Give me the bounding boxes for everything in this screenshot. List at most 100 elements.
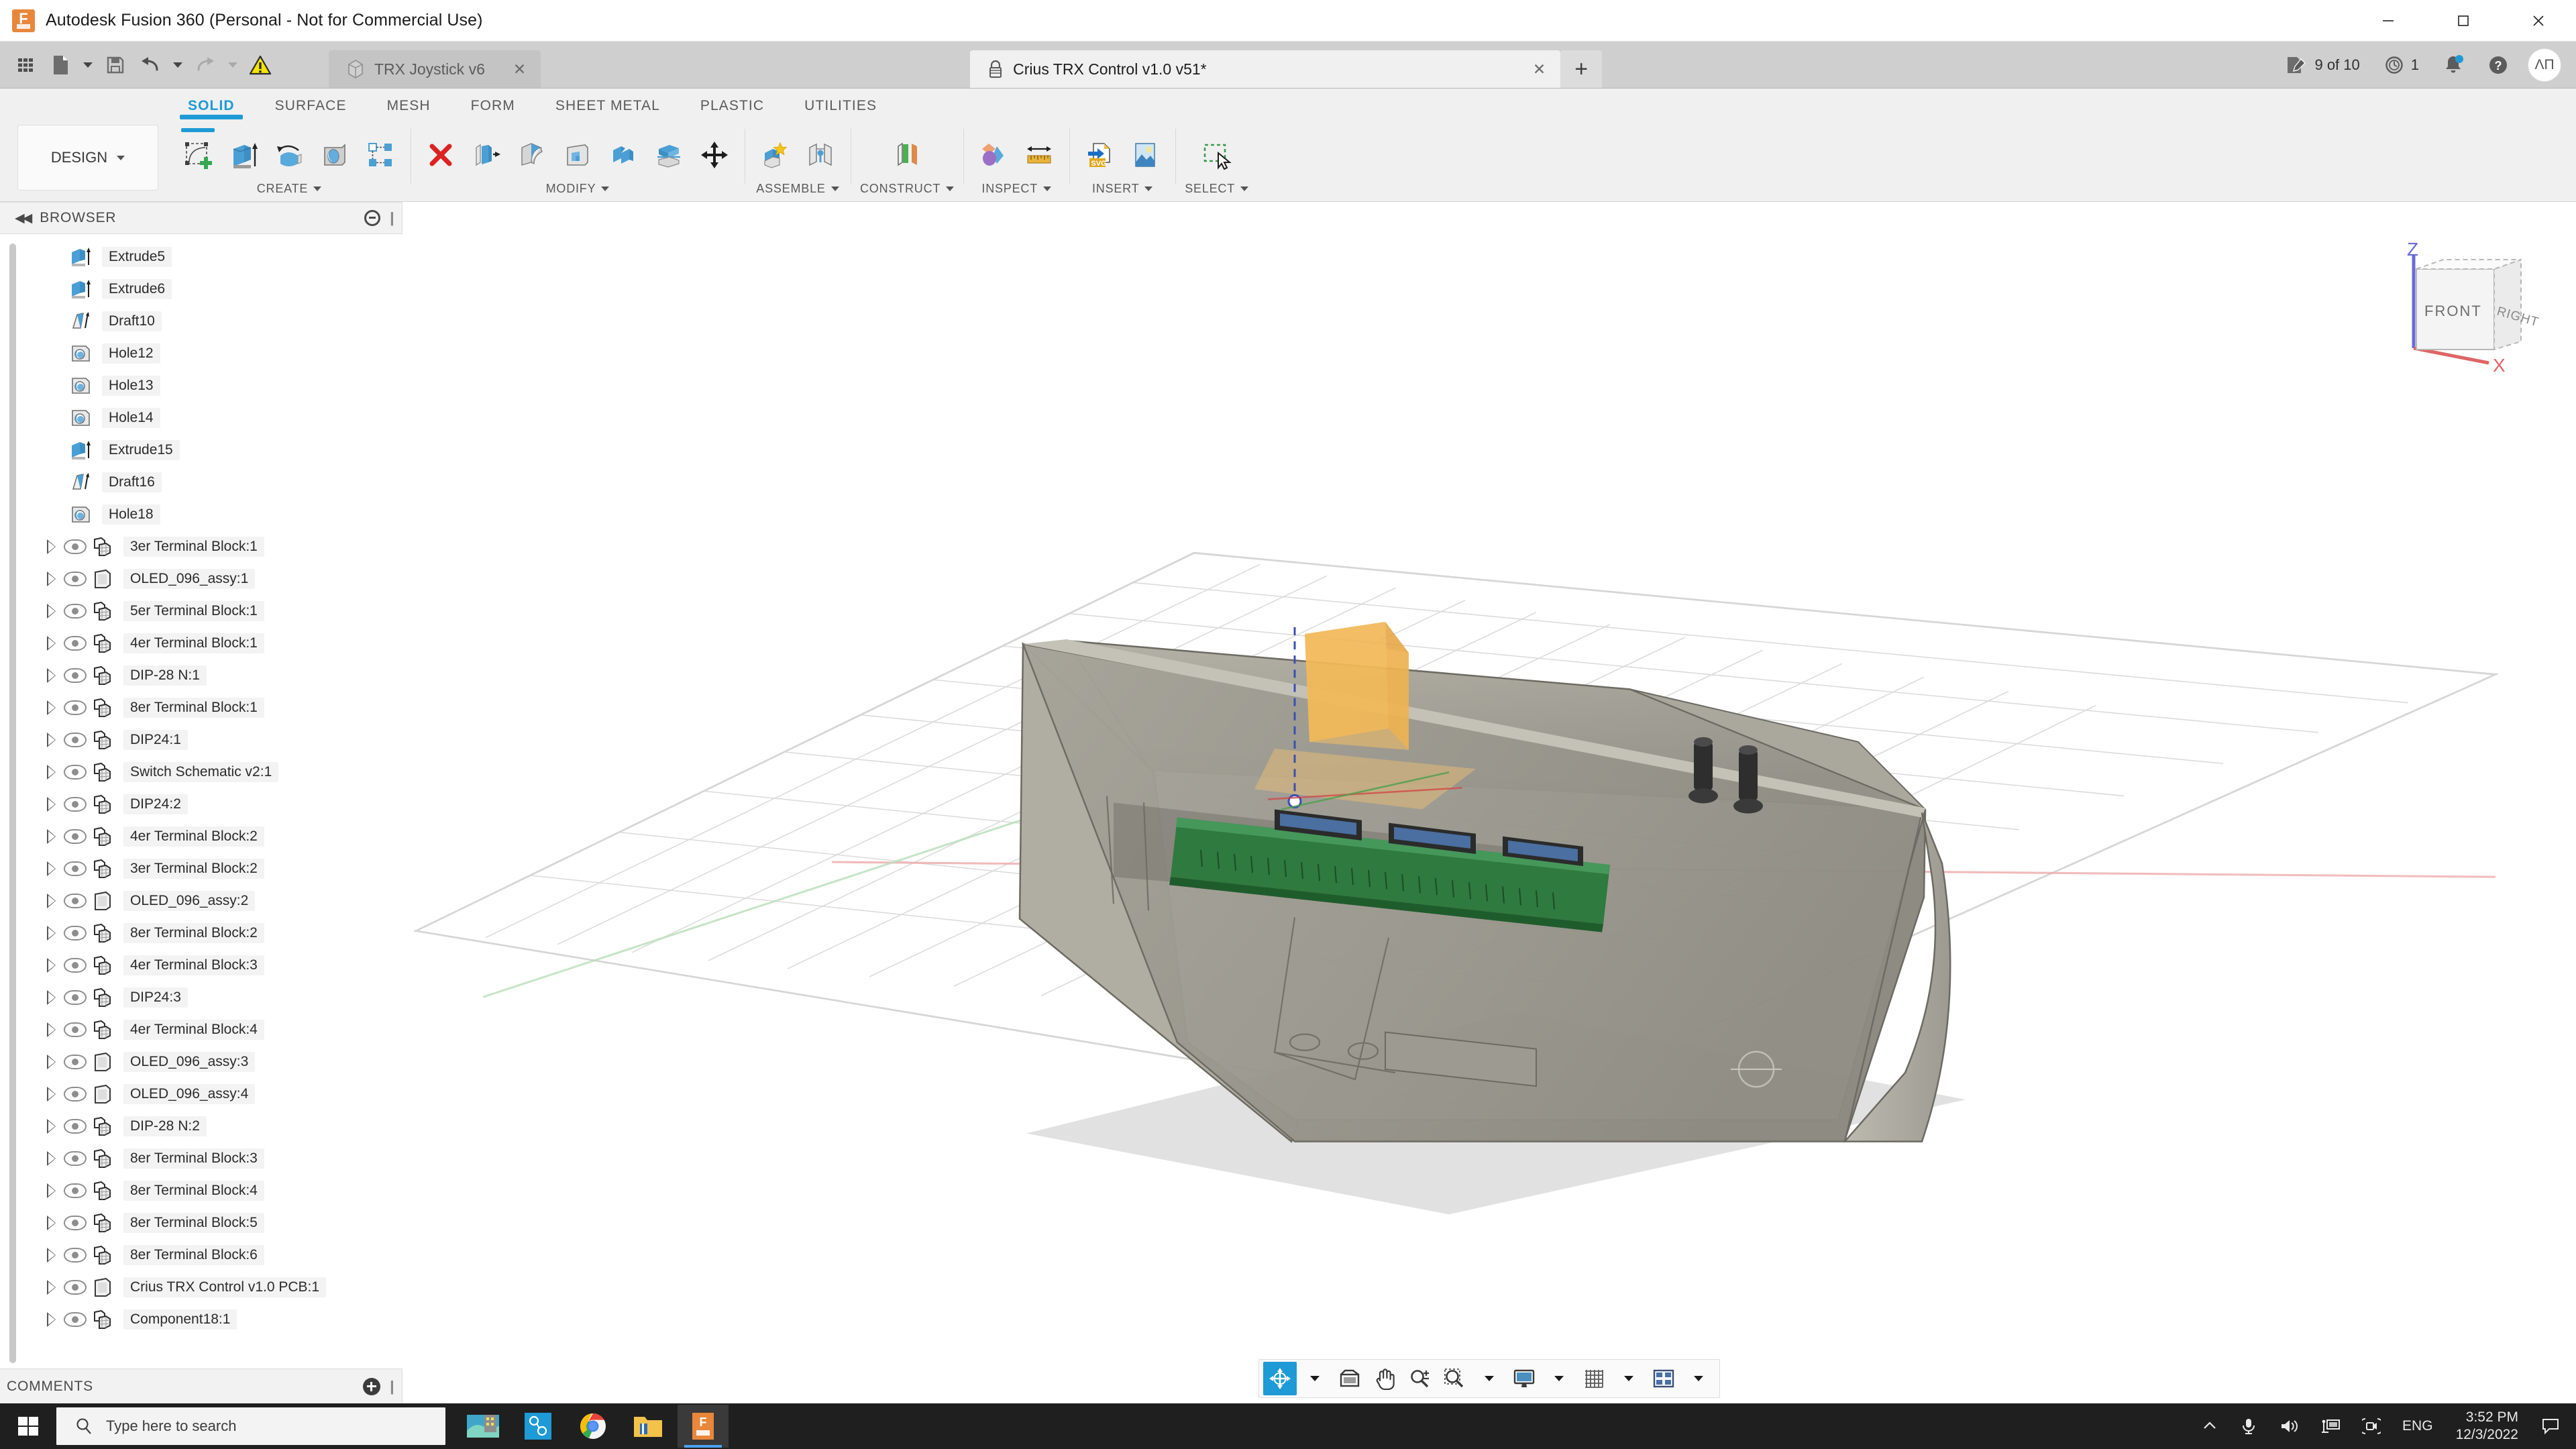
fillet-icon[interactable] — [511, 131, 553, 179]
visibility-eye-icon[interactable] — [63, 990, 87, 1005]
browser-feature-row[interactable]: Hole12 — [0, 337, 402, 370]
browser-feature-row[interactable]: Draft10 — [0, 305, 402, 337]
visibility-eye-icon[interactable] — [63, 861, 87, 876]
expand-arrow-icon[interactable] — [39, 829, 63, 844]
expand-arrow-icon[interactable] — [39, 1055, 63, 1069]
fit-icon[interactable] — [1438, 1362, 1471, 1395]
visibility-eye-icon[interactable] — [63, 1312, 87, 1327]
file-icon[interactable] — [44, 47, 76, 83]
maximize-button[interactable] — [2426, 0, 2501, 41]
expand-arrow-icon[interactable] — [39, 539, 63, 554]
document-tab-close-icon[interactable]: ✕ — [494, 60, 526, 78]
visibility-eye-icon[interactable] — [63, 572, 87, 586]
ribbon-tab-surface[interactable]: SURFACE — [255, 98, 367, 119]
interference-icon[interactable] — [973, 131, 1014, 179]
insert-svg-icon[interactable]: SVG — [1079, 131, 1120, 179]
display-settings-dropdown-caret[interactable] — [1542, 1362, 1576, 1395]
ribbon-group-label[interactable]: MODIFY — [546, 179, 610, 201]
browser-component-row[interactable]: Component18:1 — [0, 1303, 402, 1336]
browser-component-row[interactable]: 3er Terminal Block:2 — [0, 853, 402, 885]
orbit-dropdown-caret[interactable] — [1298, 1362, 1332, 1395]
revolve-icon[interactable] — [268, 131, 310, 179]
display-settings-icon[interactable] — [1507, 1362, 1541, 1395]
browser-component-row[interactable]: 8er Terminal Block:1 — [0, 692, 402, 724]
expand-arrow-icon[interactable] — [39, 1087, 63, 1102]
browser-component-row[interactable]: OLED_096_assy:1 — [0, 563, 402, 595]
press-pull-icon[interactable] — [420, 131, 462, 179]
pattern-icon[interactable] — [360, 131, 401, 179]
panel-resize-grip[interactable]: ||| — [390, 209, 395, 227]
browser-component-row[interactable]: DIP-28 N:2 — [0, 1110, 402, 1142]
browser-component-row[interactable]: OLED_096_assy:4 — [0, 1078, 402, 1110]
expand-arrow-icon[interactable] — [39, 700, 63, 715]
undo-icon[interactable] — [134, 47, 166, 83]
expand-arrow-icon[interactable] — [39, 1312, 63, 1327]
browser-component-row[interactable]: DIP-28 N:1 — [0, 659, 402, 692]
ribbon-group-label[interactable]: INSERT — [1092, 179, 1153, 201]
notifications-button[interactable] — [2432, 47, 2474, 83]
view-cube[interactable]: Z X FRONT RIGHT — [2387, 239, 2541, 376]
grid-snap-dropdown-caret[interactable] — [1612, 1362, 1646, 1395]
visibility-eye-icon[interactable] — [63, 829, 87, 844]
expand-arrow-icon[interactable] — [39, 668, 63, 683]
language-indicator[interactable]: ENG — [2392, 1403, 2444, 1449]
visibility-eye-icon[interactable] — [63, 1248, 87, 1263]
ribbon-group-label[interactable]: INSPECT — [981, 179, 1052, 201]
expand-arrow-icon[interactable] — [39, 797, 63, 812]
browser-scrollbar[interactable] — [9, 244, 16, 1363]
browser-feature-row[interactable]: Draft16 — [0, 466, 402, 498]
expand-arrow-icon[interactable] — [39, 990, 63, 1005]
look-at-icon[interactable] — [1333, 1362, 1366, 1395]
volume-icon[interactable] — [2268, 1403, 2310, 1449]
viewport-layout-icon[interactable] — [1647, 1362, 1680, 1395]
viewport-layout-dropdown-caret[interactable] — [1682, 1362, 1715, 1395]
expand-arrow-icon[interactable] — [39, 861, 63, 876]
browser-component-row[interactable]: 4er Terminal Block:2 — [0, 820, 402, 853]
ribbon-tab-mesh[interactable]: MESH — [367, 98, 451, 119]
expand-arrow-icon[interactable] — [39, 572, 63, 586]
chrome-icon[interactable] — [568, 1405, 619, 1448]
undo-dropdown-caret[interactable] — [169, 47, 186, 83]
document-tab-trx-joystick[interactable]: TRX Joystick v6 ✕ — [329, 50, 541, 88]
shell-icon[interactable] — [557, 131, 598, 179]
visibility-eye-icon[interactable] — [63, 797, 87, 812]
visibility-eye-icon[interactable] — [63, 765, 87, 780]
offset-plane-icon[interactable] — [886, 131, 928, 179]
camera-icon[interactable] — [2351, 1403, 2392, 1449]
add-comment-icon[interactable] — [362, 1377, 380, 1395]
browser-component-row[interactable]: DIP24:1 — [0, 724, 402, 756]
visibility-eye-icon[interactable] — [63, 604, 87, 619]
visibility-eye-icon[interactable] — [63, 1280, 87, 1295]
visibility-eye-icon[interactable] — [63, 1022, 87, 1037]
visibility-eye-icon[interactable] — [63, 539, 87, 554]
file-explorer-icon[interactable] — [623, 1405, 674, 1448]
start-button[interactable] — [0, 1403, 56, 1449]
browser-feature-row[interactable]: Hole14 — [0, 402, 402, 434]
redo-dropdown-caret[interactable] — [224, 47, 241, 83]
expand-arrow-icon[interactable] — [39, 636, 63, 651]
browser-component-row[interactable]: 4er Terminal Block:3 — [0, 949, 402, 981]
taskview-icon[interactable] — [458, 1405, 508, 1448]
select-window-icon[interactable] — [1196, 131, 1238, 179]
zoom-icon[interactable] — [1403, 1362, 1436, 1395]
move-copy-icon[interactable] — [694, 131, 735, 179]
ribbon-group-label[interactable]: ASSEMBLE — [756, 179, 839, 201]
extrude-icon[interactable] — [223, 131, 264, 179]
browser-component-row[interactable]: OLED_096_assy:2 — [0, 885, 402, 917]
redo-icon[interactable] — [189, 47, 221, 83]
visibility-eye-icon[interactable] — [63, 636, 87, 651]
visibility-eye-icon[interactable] — [63, 958, 87, 973]
browser-component-row[interactable]: 8er Terminal Block:6 — [0, 1239, 402, 1271]
visibility-eye-icon[interactable] — [63, 1151, 87, 1166]
close-button[interactable] — [2501, 0, 2576, 41]
visibility-eye-icon[interactable] — [63, 1183, 87, 1198]
file-dropdown-caret[interactable] — [79, 47, 97, 83]
ribbon-group-label[interactable]: CONSTRUCT — [860, 179, 955, 201]
visibility-eye-icon[interactable] — [63, 700, 87, 715]
visibility-eye-icon[interactable] — [63, 1216, 87, 1230]
expand-arrow-icon[interactable] — [39, 1151, 63, 1166]
document-tab-close-icon[interactable]: ✕ — [1514, 60, 1546, 78]
offset-face-icon[interactable] — [466, 131, 507, 179]
ribbon-group-label[interactable]: CREATE — [257, 179, 322, 201]
show-hidden-icons-icon[interactable] — [2190, 1403, 2229, 1449]
